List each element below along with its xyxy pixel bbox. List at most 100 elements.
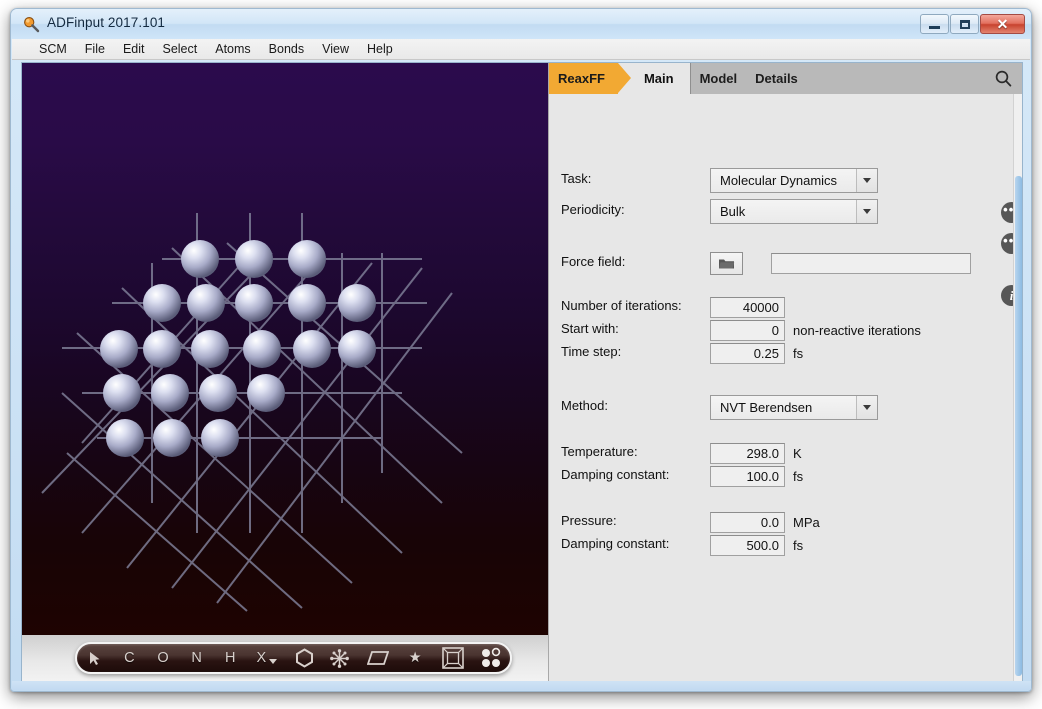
folder-icon xyxy=(718,257,735,270)
search-icon xyxy=(995,70,1012,87)
temperature-field-row: 298.0 K xyxy=(710,443,802,464)
task-chevron-down-icon[interactable] xyxy=(856,169,877,192)
task-field-row: Molecular Dynamics xyxy=(710,168,878,193)
close-icon: ✕ xyxy=(997,17,1009,31)
method-chevron-down-icon[interactable] xyxy=(856,396,877,419)
iterations-field-row: 40000 xyxy=(710,297,785,318)
task-label-row: Task: xyxy=(561,171,591,186)
start-with-input[interactable]: 0 xyxy=(710,320,785,341)
tab-reaxff[interactable]: ReaxFF xyxy=(549,63,618,94)
tab-spacer xyxy=(807,63,984,94)
lattice-tool[interactable] xyxy=(472,644,510,672)
maximize-button[interactable] xyxy=(950,14,979,34)
hydrogen-tool[interactable]: H xyxy=(213,644,247,672)
temperature-input[interactable]: 298.0 xyxy=(710,443,785,464)
nitrogen-tool[interactable]: N xyxy=(180,644,214,672)
iterations-input[interactable]: 40000 xyxy=(710,297,785,318)
pressure-damping-label: Damping constant: xyxy=(561,536,669,551)
task-label: Task: xyxy=(561,171,591,186)
force-field-browse-button[interactable] xyxy=(710,252,743,275)
temp-damping-unit: fs xyxy=(793,469,803,484)
menu-bar: SCM File Edit Select Atoms Bonds View He… xyxy=(12,39,1030,60)
forcefield-input-row xyxy=(771,253,971,274)
tab-details[interactable]: Details xyxy=(746,63,807,94)
time-step-unit: fs xyxy=(793,346,803,361)
startwith-row: Start with: xyxy=(561,321,619,336)
temp-damping-label: Damping constant: xyxy=(561,467,669,482)
crystal-lattice-render xyxy=(22,63,548,635)
close-button[interactable]: ✕ xyxy=(980,14,1025,34)
application-window: ADFinput 2017.101 ✕ SCM File Edit Select… xyxy=(10,8,1032,692)
fragment-tool[interactable] xyxy=(322,644,358,672)
menu-item-view[interactable]: View xyxy=(313,40,358,58)
periodicity-label-row: Periodicity: xyxy=(561,202,625,217)
minimize-button[interactable] xyxy=(920,14,949,34)
select-arrow-tool[interactable] xyxy=(77,644,113,672)
force-field-input[interactable] xyxy=(771,253,971,274)
method-label-row: Method: xyxy=(561,398,608,413)
chevron-down-icon xyxy=(269,659,277,664)
client-area: C O N H X xyxy=(21,62,1023,682)
molecule-viewport[interactable] xyxy=(22,63,548,635)
start-with-label: Start with: xyxy=(561,321,619,336)
start-with-unit: non-reactive iterations xyxy=(793,323,921,338)
pressure-damping-unit: fs xyxy=(793,538,803,553)
app-root: ADFinput 2017.101 ✕ SCM File Edit Select… xyxy=(0,0,1042,709)
viewport-toolbar-strip: C O N H X xyxy=(22,635,548,681)
molecule-view-pane: C O N H X xyxy=(22,63,548,681)
tab-model[interactable]: Model xyxy=(691,63,747,94)
time-step-input[interactable]: 0.25 xyxy=(710,343,785,364)
temp-damping-input[interactable]: 100.0 xyxy=(710,466,785,487)
time-step-label: Time step: xyxy=(561,344,621,359)
cursor-arrow-icon xyxy=(88,651,101,666)
menu-item-atoms[interactable]: Atoms xyxy=(206,40,259,58)
parallelogram-icon xyxy=(367,650,389,666)
temperature-label: Temperature: xyxy=(561,444,638,459)
other-element-label: X xyxy=(256,650,266,666)
pressure-damping-input[interactable]: 500.0 xyxy=(710,535,785,556)
scrollbar-thumb[interactable] xyxy=(1015,176,1022,676)
search-button[interactable] xyxy=(984,63,1022,94)
magnifier-wand-icon xyxy=(23,16,40,33)
pressure-unit: MPa xyxy=(793,515,820,530)
menu-item-bonds[interactable]: Bonds xyxy=(260,40,313,58)
pressure-damping-field-row: 500.0 fs xyxy=(710,535,803,556)
pressure-damping-row: Damping constant: xyxy=(561,536,669,551)
task-value: Molecular Dynamics xyxy=(711,173,856,188)
menu-item-edit[interactable]: Edit xyxy=(114,40,154,58)
ring-tool[interactable] xyxy=(287,644,323,672)
method-field-row: NVT Berendsen xyxy=(710,395,878,420)
plane-tool[interactable] xyxy=(358,644,398,672)
box-tool[interactable] xyxy=(433,644,473,672)
task-select[interactable]: Molecular Dynamics xyxy=(710,168,878,193)
iterations-row: Number of iterations: xyxy=(561,298,682,313)
other-element-tool[interactable]: X xyxy=(247,644,287,672)
minimize-icon xyxy=(929,26,940,29)
periodicity-field-row: Bulk xyxy=(710,199,878,224)
panel-scrollbar[interactable] xyxy=(1013,94,1022,681)
forcefield-browse-row xyxy=(710,252,743,275)
timestep-field-row: 0.25 fs xyxy=(710,343,803,364)
menu-item-select[interactable]: Select xyxy=(153,40,206,58)
startwith-field-row: 0 non-reactive iterations xyxy=(710,320,921,341)
oxygen-tool[interactable]: O xyxy=(146,644,180,672)
lattice-dots-icon xyxy=(480,647,502,669)
status-bar xyxy=(12,681,1031,690)
favorites-tool[interactable]: ★ xyxy=(397,644,433,672)
menu-item-help[interactable]: Help xyxy=(358,40,402,58)
hexagon-icon xyxy=(295,648,314,668)
iterations-label: Number of iterations: xyxy=(561,298,682,313)
title-bar: ADFinput 2017.101 ✕ xyxy=(11,9,1031,39)
periodicity-select[interactable]: Bulk xyxy=(710,199,878,224)
method-value: NVT Berendsen xyxy=(711,400,856,415)
box-icon xyxy=(442,647,464,669)
temp-damping-row: Damping constant: xyxy=(561,467,669,482)
carbon-tool[interactable]: C xyxy=(113,644,147,672)
menu-item-file[interactable]: File xyxy=(76,40,114,58)
periodicity-chevron-down-icon[interactable] xyxy=(856,200,877,223)
menu-item-scm[interactable]: SCM xyxy=(30,40,76,58)
pressure-input[interactable]: 0.0 xyxy=(710,512,785,533)
maximize-icon xyxy=(960,20,970,29)
method-select[interactable]: NVT Berendsen xyxy=(710,395,878,420)
temperature-unit: K xyxy=(793,446,802,461)
